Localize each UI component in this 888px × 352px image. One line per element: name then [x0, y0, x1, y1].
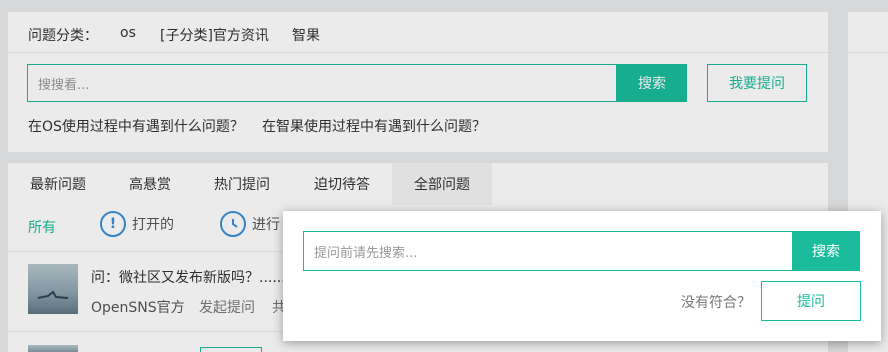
- no-match-text: 没有符合？: [681, 295, 751, 311]
- modal-search-button[interactable]: 搜索: [792, 231, 860, 271]
- modal-ask-button[interactable]: 提问: [761, 281, 861, 321]
- modal-search-placeholder: 提问前请先搜索...: [314, 245, 418, 261]
- ask-modal: 提问前请先搜索... 搜索 没有符合？ 提问: [283, 211, 881, 341]
- modal-search-input[interactable]: 提问前请先搜索...: [303, 231, 793, 271]
